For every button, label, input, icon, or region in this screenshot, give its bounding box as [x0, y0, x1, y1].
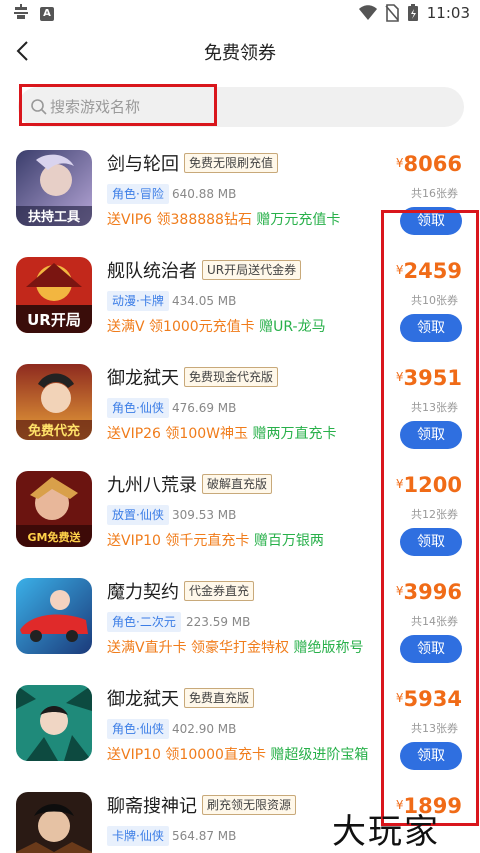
- game-icon: UR开局: [16, 257, 92, 333]
- clock: 11:03: [426, 4, 470, 22]
- promo-tag: 代金券直充: [184, 581, 255, 601]
- genre-tag: 卡牌·仙侠: [107, 826, 169, 846]
- perks-line: 送VIP10 领10000直充卡 赠超级进阶宝箱: [107, 747, 369, 763]
- perks-line: 送满V 领1000元充值卡 赠UR-龙马: [107, 319, 326, 335]
- file-size: 476.69 MB: [172, 401, 237, 415]
- promo-tag: 免费直充版: [184, 688, 255, 708]
- game-name: 剑与轮回 免费无限刷充值: [107, 150, 279, 176]
- a-badge-icon: A: [40, 7, 54, 21]
- search-highlight-box: [19, 84, 217, 126]
- perks-line: 送VIP26 领100W神玉 赠两万直充卡: [107, 426, 337, 442]
- battery-icon: [407, 4, 418, 21]
- promo-tag: 免费无限刷充值: [184, 153, 279, 173]
- wifi-icon: [358, 5, 377, 20]
- genre-tag: 放置·仙侠: [107, 505, 169, 525]
- file-size: 564.87 MB: [172, 829, 237, 843]
- game-name: 御龙弑天 免费直充版: [107, 685, 255, 711]
- no-sim-icon: [385, 4, 399, 22]
- svg-text:免费代充: 免费代充: [28, 423, 80, 439]
- svg-text:GM免费送: GM免费送: [28, 530, 82, 544]
- game-name: 御龙弑天 免费现金代充版: [107, 364, 279, 390]
- coupon-value: ¥8066: [395, 152, 462, 176]
- genre-tag: 动漫·卡牌: [107, 291, 169, 311]
- game-name: 九州八荒录 破解直充版: [107, 471, 273, 497]
- promo-tag: 免费现金代充版: [184, 367, 279, 387]
- game-name: 舰队统治者 UR开局送代金券: [107, 257, 302, 283]
- perks-line: 送满V直升卡 领豪华打金特权 赠绝版称号: [107, 640, 364, 656]
- game-icon: [16, 792, 92, 853]
- genre-tag: 角色·仙侠: [107, 719, 169, 739]
- file-size: 309.53 MB: [172, 508, 237, 522]
- page-title: 免费领券: [204, 43, 276, 64]
- notification-bug-icon: [12, 4, 30, 24]
- file-size: 402.90 MB: [172, 722, 237, 736]
- file-size: 640.88 MB: [172, 187, 237, 201]
- promo-tag: 刷充领无限资源: [202, 795, 297, 815]
- coupon-count: 共16张券: [411, 187, 458, 200]
- genre-tag: 角色·仙侠: [107, 398, 169, 418]
- file-size: 223.59 MB: [186, 615, 251, 629]
- game-name: 聊斋搜神记 刷充领无限资源: [107, 792, 297, 818]
- game-icon: [16, 685, 92, 761]
- game-icon: GM免费送: [16, 471, 92, 547]
- svg-text:UR开局: UR开局: [27, 311, 81, 329]
- file-size: 434.05 MB: [172, 294, 237, 308]
- game-icon: 扶持工具: [16, 150, 92, 226]
- promo-tag: UR开局送代金券: [202, 260, 302, 280]
- status-bar: A 11:03: [0, 0, 480, 28]
- game-icon: 免费代充: [16, 364, 92, 440]
- perks-line: 送VIP10 领千元直充卡 赠百万银两: [107, 533, 324, 549]
- promo-tag: 破解直充版: [202, 474, 273, 494]
- svg-text:扶持工具: 扶持工具: [28, 209, 80, 225]
- game-name: 魔力契约 代金券直充: [107, 578, 255, 604]
- watermark-logo: 大玩家: [332, 812, 440, 852]
- game-icon: [16, 578, 92, 654]
- perks-line: 送VIP6 领388888钻石 赠万元充值卡: [107, 212, 341, 228]
- claim-buttons-highlight-box: [381, 210, 479, 826]
- genre-tag: 角色·二次元: [107, 612, 181, 632]
- app-header: 免费领券: [0, 28, 480, 74]
- genre-tag: 角色·冒险: [107, 184, 169, 204]
